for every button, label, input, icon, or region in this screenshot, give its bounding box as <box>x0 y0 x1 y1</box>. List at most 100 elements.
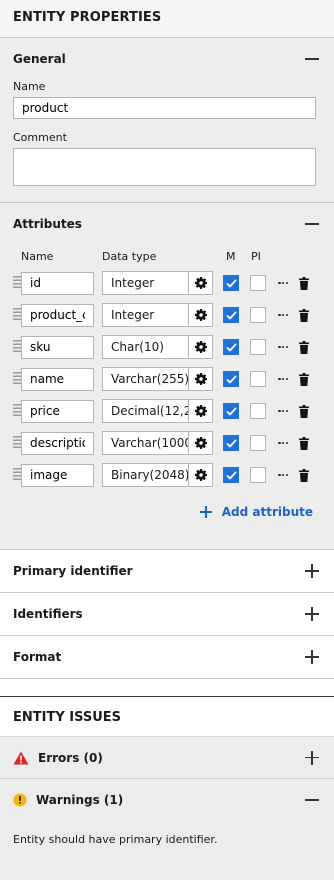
collapsed-section-primary-identifier: Primary identifier <box>0 549 334 593</box>
drag-handle-icon[interactable] <box>13 404 21 418</box>
more-options-icon[interactable] <box>278 437 288 449</box>
attribute-name-input[interactable] <box>21 335 94 359</box>
primary-identifier-checkbox[interactable] <box>250 435 266 451</box>
data-type-field[interactable]: Varchar(255) <box>102 367 213 391</box>
data-type-value: Varchar(255) <box>111 372 189 386</box>
delete-icon[interactable] <box>299 276 309 290</box>
mandatory-checkbox[interactable] <box>223 339 239 355</box>
attribute-name-input[interactable] <box>21 463 94 487</box>
attribute-name-input[interactable] <box>21 303 94 327</box>
more-options-icon[interactable] <box>278 309 288 321</box>
mandatory-checkbox[interactable] <box>223 371 239 387</box>
comment-textarea[interactable] <box>13 148 316 186</box>
more-options-icon[interactable] <box>278 469 288 481</box>
column-name: Name <box>21 249 54 263</box>
gear-icon[interactable] <box>188 304 212 326</box>
data-type-field[interactable]: Integer <box>102 303 213 327</box>
data-type-value: Decimal(12,2) <box>111 404 189 418</box>
attribute-row: Varchar(255) <box>13 363 321 395</box>
errors-row[interactable]: Errors (0) <box>0 737 334 779</box>
attribute-row: Varchar(1000 <box>13 427 321 459</box>
entity-name-input[interactable] <box>13 97 316 119</box>
collapsed-section-identifiers: Identifiers <box>0 593 334 636</box>
data-type-value: Integer <box>111 308 155 322</box>
issues-divider <box>0 679 334 697</box>
attribute-row: Char(10) <box>13 331 321 363</box>
delete-icon[interactable] <box>299 468 309 482</box>
mandatory-checkbox[interactable] <box>223 435 239 451</box>
mandatory-checkbox[interactable] <box>223 275 239 291</box>
data-type-field[interactable]: Decimal(12,2) <box>102 399 213 423</box>
primary-identifier-checkbox[interactable] <box>250 467 266 483</box>
drag-handle-icon[interactable] <box>13 276 21 290</box>
primary-identifier-checkbox[interactable] <box>250 371 266 387</box>
general-header[interactable]: General <box>0 38 334 80</box>
data-type-value: Binary(2048) <box>111 468 189 482</box>
column-m: M <box>226 249 236 263</box>
name-label: Name <box>13 80 46 93</box>
format-header[interactable]: Format <box>0 636 334 678</box>
collapse-icon[interactable] <box>303 215 321 233</box>
delete-icon[interactable] <box>299 308 309 322</box>
errors-label: Errors (0) <box>38 750 103 765</box>
delete-icon[interactable] <box>299 404 309 418</box>
entity-issues-title: ENTITY ISSUES <box>0 697 334 737</box>
drag-handle-icon[interactable] <box>13 308 21 322</box>
gear-icon[interactable] <box>188 368 212 390</box>
data-type-field[interactable]: Integer <box>102 271 213 295</box>
gear-icon[interactable] <box>188 464 212 486</box>
drag-handle-icon[interactable] <box>13 436 21 450</box>
collapse-icon[interactable] <box>303 50 321 68</box>
expand-icon[interactable] <box>303 749 321 767</box>
warning-circle-icon <box>13 793 27 807</box>
error-triangle-icon <box>13 751 29 764</box>
attribute-name-input[interactable] <box>21 399 94 423</box>
gear-icon[interactable] <box>188 272 212 294</box>
gear-icon[interactable] <box>188 432 212 454</box>
attribute-name-input[interactable] <box>21 271 94 295</box>
expand-icon[interactable] <box>303 648 321 666</box>
attribute-row: Binary(2048) <box>13 459 321 491</box>
primary-identifier-checkbox[interactable] <box>250 339 266 355</box>
data-type-value: Char(10) <box>111 340 164 354</box>
expand-icon[interactable] <box>303 605 321 623</box>
gear-icon[interactable] <box>188 400 212 422</box>
attribute-row: Decimal(12,2) <box>13 395 321 427</box>
primary-identifier-header[interactable]: Primary identifier <box>0 550 334 592</box>
expand-icon[interactable] <box>303 562 321 580</box>
more-options-icon[interactable] <box>278 405 288 417</box>
add-attribute-button[interactable]: Add attribute <box>13 505 321 519</box>
delete-icon[interactable] <box>299 372 309 386</box>
delete-icon[interactable] <box>299 340 309 354</box>
primary-identifier-checkbox[interactable] <box>250 307 266 323</box>
mandatory-checkbox[interactable] <box>223 307 239 323</box>
drag-handle-icon[interactable] <box>13 340 21 354</box>
drag-handle-icon[interactable] <box>13 372 21 386</box>
collapse-icon[interactable] <box>303 791 321 809</box>
collapsed-section-format: Format <box>0 636 334 679</box>
data-type-field[interactable]: Varchar(1000 <box>102 431 213 455</box>
primary-identifier-checkbox[interactable] <box>250 275 266 291</box>
section-spacer <box>0 537 334 549</box>
mandatory-checkbox[interactable] <box>223 467 239 483</box>
gear-icon[interactable] <box>188 336 212 358</box>
more-options-icon[interactable] <box>278 277 288 289</box>
warnings-row[interactable]: Warnings (1) <box>0 779 334 821</box>
data-type-value: Varchar(1000 <box>111 436 189 450</box>
warning-message: Entity should have primary identifier. <box>0 821 334 880</box>
more-options-icon[interactable] <box>278 373 288 385</box>
more-options-icon[interactable] <box>278 341 288 353</box>
mandatory-checkbox[interactable] <box>223 403 239 419</box>
identifiers-header[interactable]: Identifiers <box>0 593 334 635</box>
attribute-name-input[interactable] <box>21 431 94 455</box>
comment-label: Comment <box>13 131 67 144</box>
delete-icon[interactable] <box>299 436 309 450</box>
general-title: General <box>13 52 66 66</box>
drag-handle-icon[interactable] <box>13 468 21 482</box>
attributes-header[interactable]: Attributes <box>0 203 334 245</box>
data-type-field[interactable]: Char(10) <box>102 335 213 359</box>
attributes-section: Attributes Name Data type M PI Integer In… <box>0 203 334 537</box>
data-type-field[interactable]: Binary(2048) <box>102 463 213 487</box>
attribute-name-input[interactable] <box>21 367 94 391</box>
primary-identifier-checkbox[interactable] <box>250 403 266 419</box>
